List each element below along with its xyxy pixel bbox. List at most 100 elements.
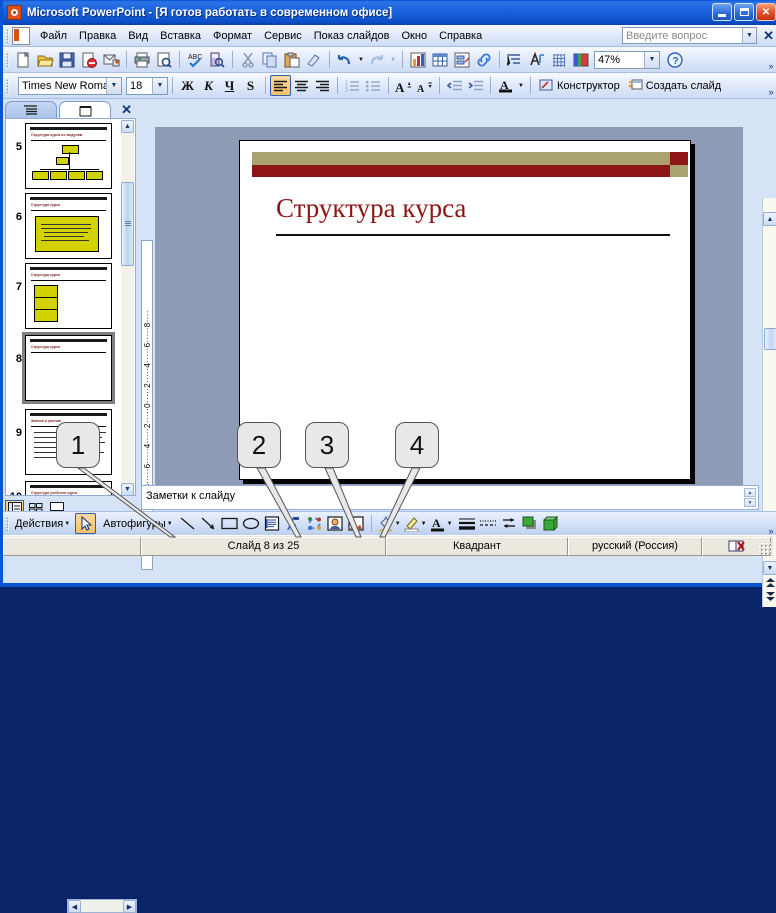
clipart-icon[interactable] bbox=[325, 513, 346, 534]
insert-chart-icon[interactable] bbox=[407, 49, 429, 71]
new-document-icon[interactable] bbox=[12, 49, 34, 71]
diagram-icon[interactable] bbox=[304, 513, 325, 534]
font-color-dropdown-icon[interactable]: ▼ bbox=[516, 75, 526, 97]
notes-resize-spinner[interactable]: ▲ ▼ bbox=[744, 488, 756, 508]
zoom-combo[interactable]: 47% ▼ bbox=[594, 50, 660, 69]
arrow-style-icon[interactable] bbox=[499, 513, 520, 534]
insert-table-icon[interactable] bbox=[429, 49, 451, 71]
scrollbar-thumb[interactable] bbox=[121, 182, 134, 266]
font-size-combo[interactable]: 18 ▼ bbox=[126, 76, 168, 95]
menu-item-view[interactable]: Вид bbox=[122, 27, 154, 45]
menubar-close-icon[interactable]: ✕ bbox=[763, 28, 774, 44]
standard-toolbar-grip[interactable] bbox=[6, 52, 9, 67]
permission-icon[interactable] bbox=[78, 49, 100, 71]
slide-thumbnail[interactable]: Структура курса по модулям bbox=[25, 123, 112, 189]
menu-item-help[interactable]: Справка bbox=[433, 27, 488, 45]
spelling-check-icon[interactable]: ABC bbox=[184, 49, 206, 71]
new-slide-button[interactable]: Создать слайд bbox=[624, 79, 725, 92]
formatting-toolbar-overflow[interactable]: » bbox=[765, 75, 776, 97]
print-icon[interactable] bbox=[131, 49, 153, 71]
pane-close-icon[interactable]: ✕ bbox=[121, 102, 132, 118]
thumbnail-row[interactable]: 7 Структура курса bbox=[6, 259, 135, 329]
slide-title-text[interactable]: Структура курса bbox=[276, 193, 466, 224]
wordart-icon[interactable] bbox=[283, 513, 304, 534]
drawing-toolbar-grip[interactable] bbox=[6, 516, 9, 531]
menu-item-tools[interactable]: Сервис bbox=[258, 27, 308, 45]
chevron-down-icon[interactable]: ▼ bbox=[167, 521, 173, 527]
slide-thumbnail[interactable]: Структура учебного курса bbox=[25, 481, 112, 495]
help-icon[interactable]: ? bbox=[664, 49, 686, 71]
open-folder-icon[interactable] bbox=[34, 49, 56, 71]
thumbnail-row[interactable]: 5 Структура курса по модулям bbox=[6, 119, 135, 189]
drawing-toolbar-overflow[interactable]: » bbox=[765, 512, 776, 536]
align-right-button[interactable] bbox=[312, 75, 333, 96]
underline-button[interactable]: Ч bbox=[219, 75, 240, 96]
text-shadow-button[interactable]: S bbox=[240, 75, 261, 96]
design-button[interactable]: Конструктор bbox=[535, 79, 624, 92]
thumbnail-row[interactable]: 6 Структура курса bbox=[6, 189, 135, 259]
autoshapes-menu[interactable]: Автофигуры bbox=[100, 518, 169, 530]
outline-tab[interactable] bbox=[5, 101, 57, 119]
italic-button[interactable]: К bbox=[198, 75, 219, 96]
undo-icon[interactable] bbox=[334, 49, 356, 71]
save-icon[interactable] bbox=[56, 49, 78, 71]
email-icon[interactable] bbox=[100, 49, 122, 71]
scroll-down-button[interactable]: ▼ bbox=[763, 561, 776, 575]
formatting-toolbar-grip[interactable] bbox=[6, 78, 9, 93]
color-greyscale-icon[interactable] bbox=[570, 49, 592, 71]
dash-style-icon[interactable] bbox=[478, 513, 499, 534]
maximize-button[interactable] bbox=[734, 3, 754, 21]
minimize-button[interactable] bbox=[712, 3, 732, 21]
scroll-up-button[interactable]: ▲ bbox=[763, 212, 776, 226]
menu-item-insert[interactable]: Вставка bbox=[154, 27, 207, 45]
line-icon[interactable] bbox=[178, 513, 199, 534]
copy-icon[interactable] bbox=[259, 49, 281, 71]
text-box-icon[interactable] bbox=[262, 513, 283, 534]
menu-item-edit[interactable]: Правка bbox=[73, 27, 122, 45]
chevron-down-icon[interactable]: ▼ bbox=[644, 51, 659, 68]
fill-color-icon[interactable] bbox=[376, 513, 397, 534]
picture-icon[interactable] bbox=[346, 513, 367, 534]
increase-font-size-button[interactable]: A bbox=[393, 75, 414, 96]
show-grid-icon[interactable] bbox=[548, 49, 570, 71]
thumbnail-row[interactable]: 8 Структура курса bbox=[6, 329, 135, 404]
align-center-button[interactable] bbox=[291, 75, 312, 96]
notes-spin-up[interactable]: ▲ bbox=[744, 488, 756, 497]
actions-menu[interactable]: Действия bbox=[12, 518, 66, 530]
decrease-font-size-button[interactable]: A bbox=[414, 75, 435, 96]
increase-indent-button[interactable] bbox=[465, 75, 486, 96]
notes-spin-down[interactable]: ▼ bbox=[744, 498, 756, 507]
font-name-combo[interactable]: Times New Roman ▼ bbox=[18, 76, 122, 95]
line-color-icon[interactable] bbox=[402, 513, 423, 534]
menu-item-window[interactable]: Окно bbox=[396, 27, 434, 45]
research-icon[interactable] bbox=[206, 49, 228, 71]
undo-dropdown-icon[interactable]: ▼ bbox=[356, 49, 366, 71]
close-button[interactable]: ✕ bbox=[756, 3, 776, 21]
slide-thumbnail[interactable]: Структура курса bbox=[25, 263, 112, 329]
slides-pane-hscrollbar[interactable]: ◀ ▶ bbox=[67, 899, 137, 913]
redo-icon[interactable] bbox=[366, 49, 388, 71]
rectangle-icon[interactable] bbox=[220, 513, 241, 534]
print-preview-icon[interactable] bbox=[153, 49, 175, 71]
notes-pane[interactable]: Заметки к слайду ▲ ▼ bbox=[141, 485, 759, 510]
next-slide-button[interactable] bbox=[763, 590, 776, 604]
slides-pane-scrollbar[interactable]: ▲ ▼ bbox=[121, 120, 134, 495]
scroll-up-button[interactable]: ▲ bbox=[121, 120, 134, 133]
slides-tab[interactable] bbox=[59, 101, 111, 119]
scrollbar-thumb[interactable] bbox=[764, 328, 776, 350]
numbered-list-button[interactable]: 123 bbox=[342, 75, 363, 96]
slide-thumbnail[interactable]: Структура курса bbox=[25, 193, 112, 259]
expand-all-icon[interactable] bbox=[504, 49, 526, 71]
resize-grip[interactable] bbox=[759, 543, 771, 555]
language-indicator[interactable]: русский (Россия) bbox=[568, 536, 702, 556]
standard-toolbar-overflow[interactable]: » bbox=[765, 49, 776, 71]
insert-hyperlink-icon[interactable] bbox=[473, 49, 495, 71]
3d-style-icon[interactable] bbox=[541, 513, 562, 534]
menu-item-file[interactable]: Файл bbox=[34, 27, 73, 45]
scroll-right-button[interactable]: ▶ bbox=[123, 900, 136, 913]
bulleted-list-button[interactable] bbox=[363, 75, 384, 96]
bold-button[interactable]: Ж bbox=[177, 75, 198, 96]
align-left-button[interactable] bbox=[270, 75, 291, 96]
oval-icon[interactable] bbox=[241, 513, 262, 534]
cut-icon[interactable] bbox=[237, 49, 259, 71]
